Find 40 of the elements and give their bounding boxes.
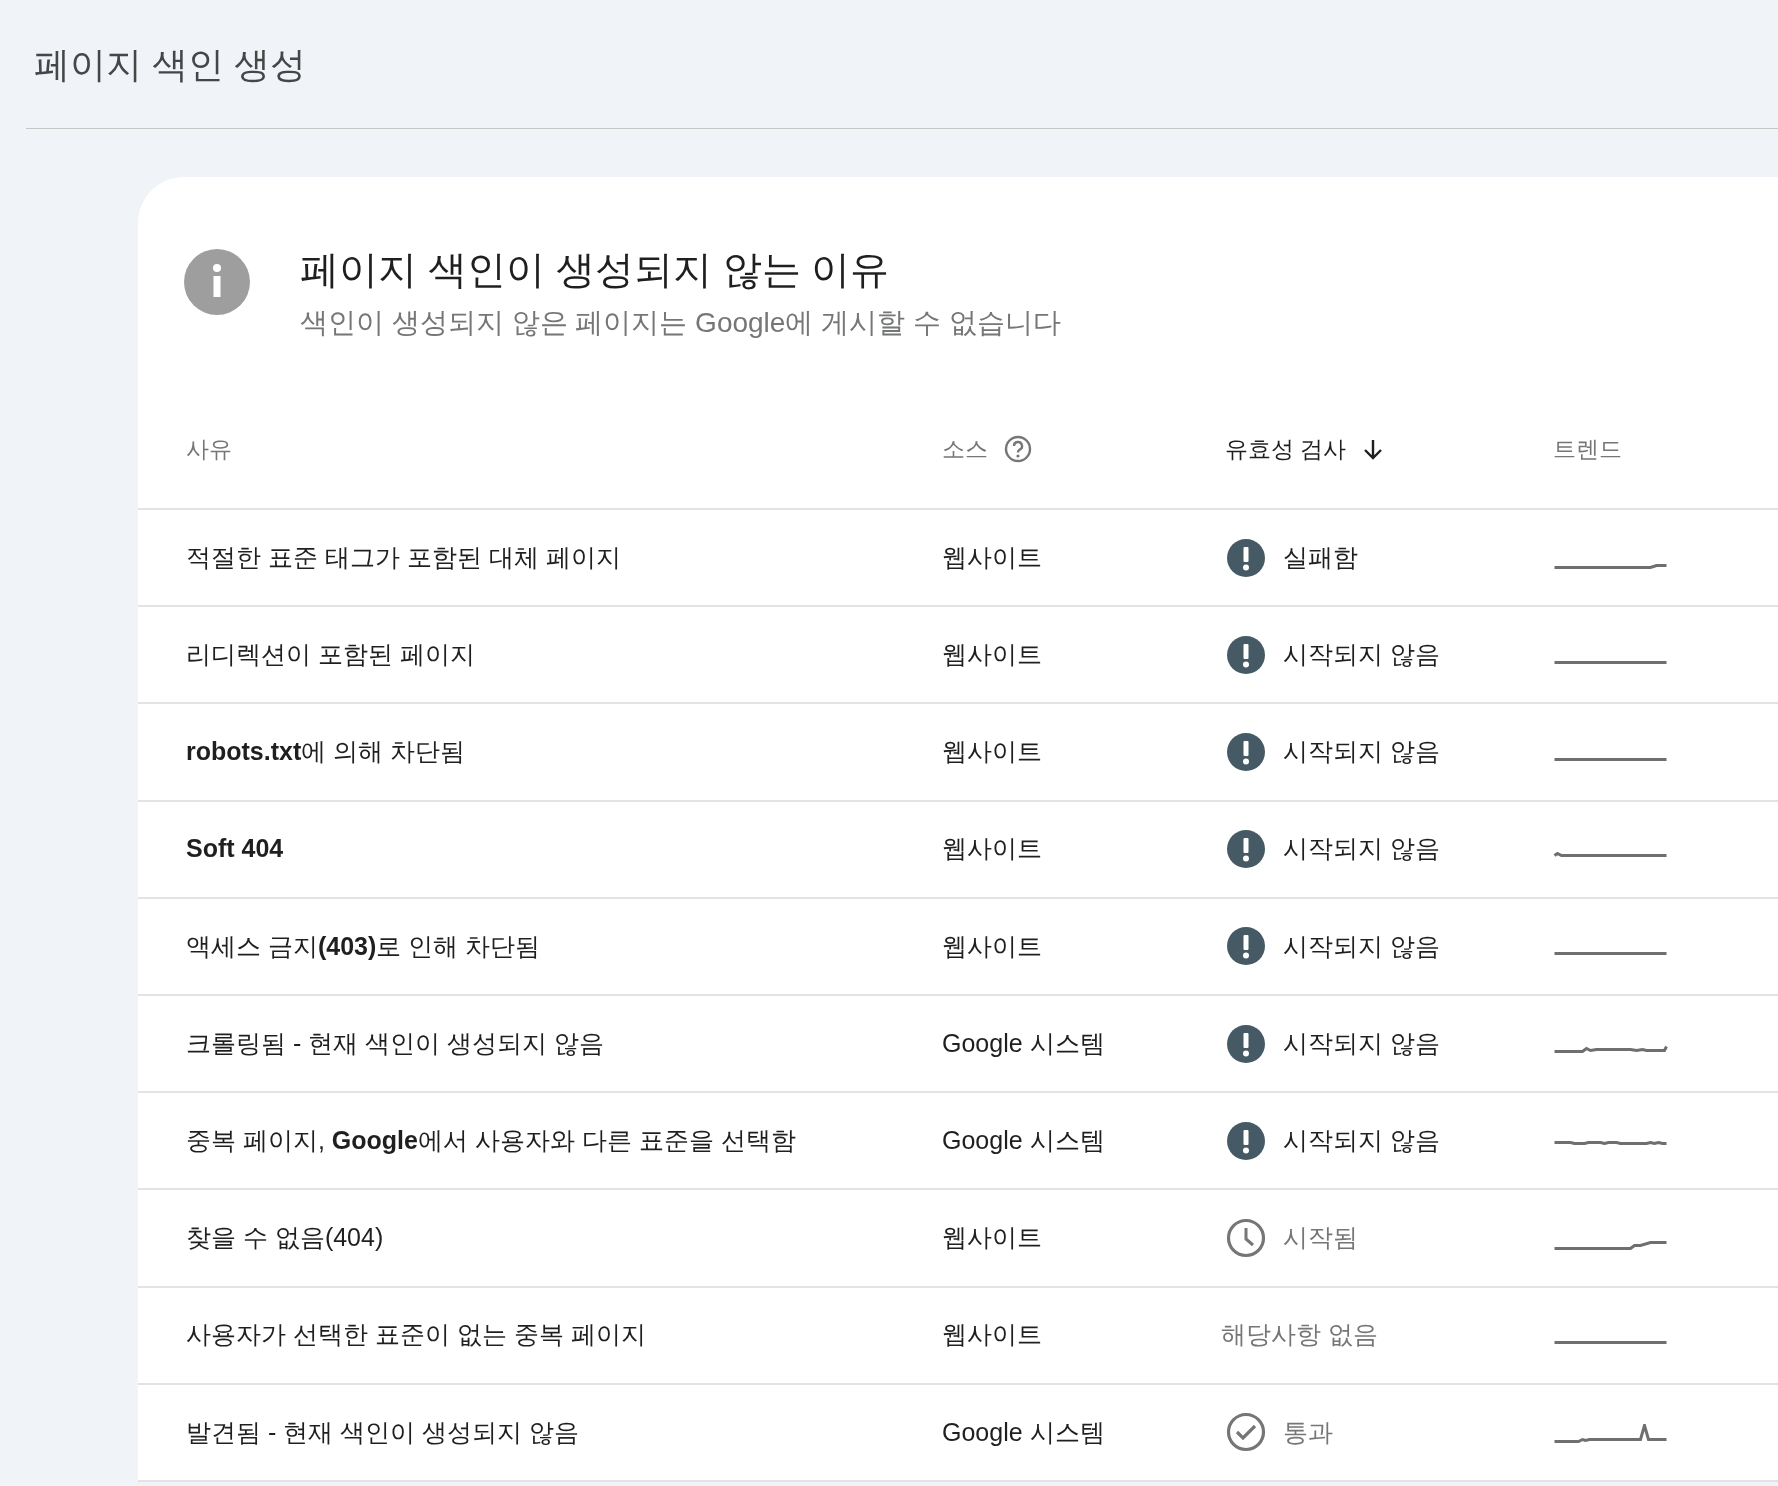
validation-status: 시작됨 xyxy=(1283,1222,1358,1254)
reason-text[interactable]: robots.txt에 의해 차단됨 xyxy=(186,737,466,766)
source-text: 웹사이트 xyxy=(942,931,1042,960)
validation-status: 시작되지 않음 xyxy=(1283,833,1440,865)
reason-text[interactable]: 중복 페이지, Google에서 사용자와 다른 표준을 선택함 xyxy=(186,1125,796,1154)
column-header[interactable]: 유효성 검사 xyxy=(1225,431,1347,467)
reason-text[interactable]: 리디렉션이 포함된 페이지 xyxy=(186,640,475,669)
reason-text[interactable]: 크롤링됨 - 현재 색인이 생성되지 않음 xyxy=(186,1028,605,1057)
source-text: 웹사이트 xyxy=(942,737,1042,766)
source-text: 웹사이트 xyxy=(942,834,1042,863)
source-text: 웹사이트 xyxy=(942,1223,1042,1252)
sort-arrow-icon xyxy=(1362,437,1385,461)
reason-text[interactable]: Soft 404 xyxy=(186,834,284,863)
validation-status: 실패함 xyxy=(1283,541,1358,573)
column-header[interactable]: 소스 xyxy=(942,431,988,467)
source-text: Google 시스템 xyxy=(942,1125,1105,1154)
validation-status: 시작되지 않음 xyxy=(1283,639,1440,671)
reason-text[interactable]: 찾을 수 없음(404) xyxy=(186,1223,384,1252)
info-icon xyxy=(184,249,250,315)
card-title: 페이지 색인이 생성되지 않는 이유 xyxy=(300,248,890,291)
column-header[interactable]: 사유 xyxy=(186,431,232,467)
card-subtitle: 색인이 생성되지 않은 페이지는 Google에 게시할 수 없습니다 xyxy=(300,306,1061,338)
reason-text[interactable]: 발견됨 - 현재 색인이 생성되지 않음 xyxy=(186,1417,580,1446)
source-text: 웹사이트 xyxy=(942,1320,1042,1349)
source-text: 웹사이트 xyxy=(942,542,1042,571)
validation-status: 시작되지 않음 xyxy=(1283,1124,1440,1156)
validation-status: 시작되지 않음 xyxy=(1283,1027,1440,1059)
reason-text[interactable]: 적절한 표준 태그가 포함된 대체 페이지 xyxy=(186,542,621,571)
page-title: 페이지 색인 생성 xyxy=(34,44,306,85)
reason-text[interactable]: 사용자가 선택한 표준이 없는 중복 페이지 xyxy=(186,1320,646,1349)
reason-text[interactable]: 액세스 금지(403)로 인해 차단됨 xyxy=(186,931,541,960)
source-text: Google 시스템 xyxy=(942,1417,1105,1446)
validation-status: 시작되지 않음 xyxy=(1283,736,1440,768)
source-text: 웹사이트 xyxy=(942,640,1042,669)
help-icon xyxy=(1004,435,1032,463)
column-header[interactable]: 트렌드 xyxy=(1553,431,1622,467)
validation-status: 통과 xyxy=(1283,1416,1333,1448)
validation-status: 해당사항 없음 xyxy=(1221,1319,1378,1351)
source-text: Google 시스템 xyxy=(942,1028,1105,1057)
validation-status: 시작되지 않음 xyxy=(1283,930,1440,962)
